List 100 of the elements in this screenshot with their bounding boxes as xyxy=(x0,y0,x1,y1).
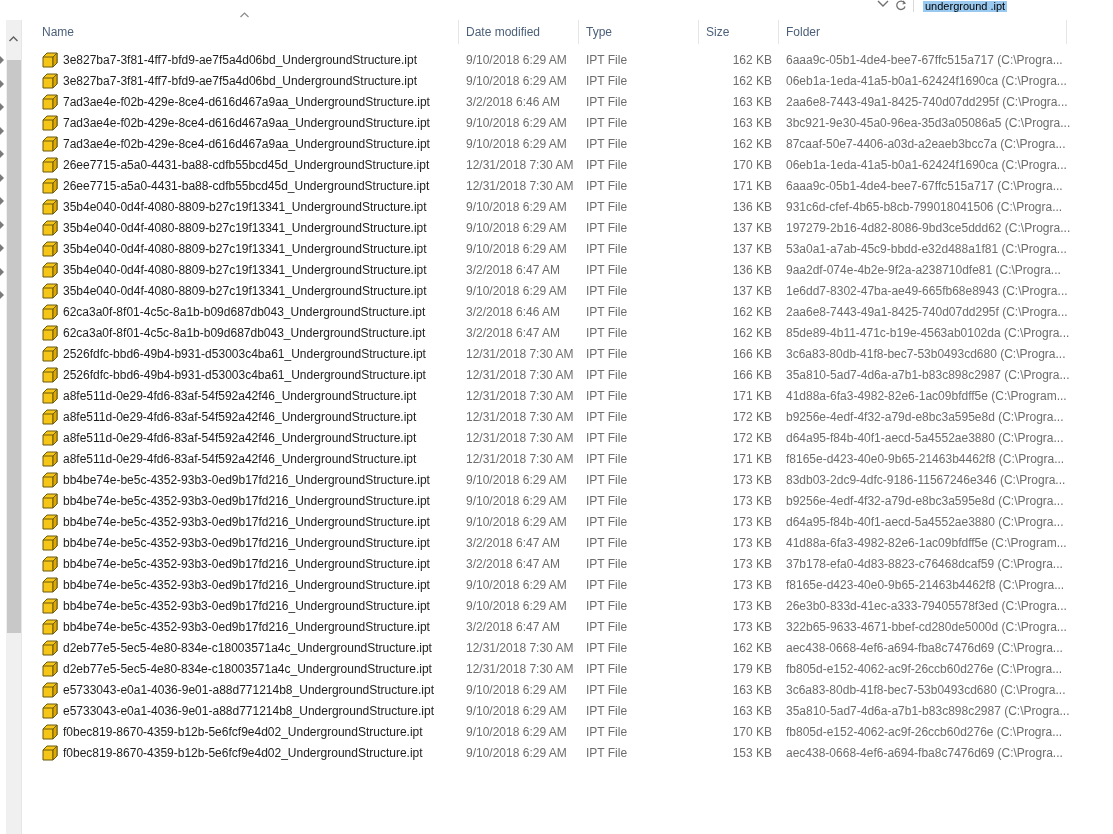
file-type: IPT File xyxy=(585,241,629,256)
file-type: IPT File xyxy=(585,535,629,550)
file-name[interactable]: f0bec819-8670-4359-b12b-5e6fcf9e4d02_UndergroundStructure.ipt xyxy=(63,724,423,739)
file-name[interactable]: 26ee7715-a5a0-4431-ba88-cdfb55bcd45d_UndergroundStructure.ipt xyxy=(63,178,430,193)
file-name[interactable]: bb4be74e-be5c-4352-93b3-0ed9b17fd216_UndergroundStructure.ipt xyxy=(63,577,430,592)
file-name[interactable]: bb4be74e-be5c-4352-93b3-0ed9b17fd216_UndergroundStructure.ipt xyxy=(63,514,430,529)
file-size: 163 KB xyxy=(732,94,773,109)
expand-chevron-icon[interactable] xyxy=(0,197,5,205)
scrollbar-thumb[interactable] xyxy=(6,60,21,633)
file-name[interactable]: a8fe511d-0e29-4fd6-83af-54f592a42f46_UndergroundStructure.ipt xyxy=(63,388,417,403)
expand-chevron-icon[interactable] xyxy=(0,220,5,229)
column-header[interactable]: Size xyxy=(699,20,779,44)
file-name[interactable]: 2526fdfc-bbd6-49b4-b931-d53003c4ba61_UndergroundStructure.ipt xyxy=(63,346,426,361)
file-name[interactable]: a8fe511d-0e29-4fd6-83af-54f592a42f46_UndergroundStructure.ipt xyxy=(63,451,417,466)
file-size: 162 KB xyxy=(732,136,773,151)
file-name[interactable]: 62ca3a0f-8f01-4c5c-8a1b-b09d687db043_UndergroundStructure.ipt xyxy=(63,325,426,340)
file-name[interactable]: 62ca3a0f-8f01-4c5c-8a1b-b09d687db043_UndergroundStructure.ipt xyxy=(63,304,426,319)
part-file-icon xyxy=(42,240,58,257)
file-size: 136 KB xyxy=(732,262,773,277)
expand-chevron-icon[interactable] xyxy=(0,173,5,182)
part-file-icon xyxy=(42,555,58,572)
file-type: IPT File xyxy=(585,346,629,361)
file-name[interactable]: 3e827ba7-3f81-4ff7-bfd9-ae7f5a4d06bd_UndergroundStructure.ipt xyxy=(63,52,418,67)
file-size: 171 KB xyxy=(732,388,773,403)
file-type: IPT File xyxy=(585,577,629,592)
part-file-icon xyxy=(42,156,58,173)
file-name[interactable]: 35b4e040-0d4f-4080-8809-b27c19f13341_UndergroundStructure.ipt xyxy=(63,199,427,214)
chevron-down-icon[interactable] xyxy=(877,0,889,8)
file-name[interactable]: bb4be74e-be5c-4352-93b3-0ed9b17fd216_UndergroundStructure.ipt xyxy=(63,556,430,571)
expand-chevron-icon[interactable] xyxy=(0,291,5,299)
file-name[interactable]: a8fe511d-0e29-4fd6-83af-54f592a42f46_UndergroundStructure.ipt xyxy=(63,409,417,424)
date-modified: 3/2/2018 6:47 AM xyxy=(465,325,562,340)
file-type: IPT File xyxy=(585,409,629,424)
part-file-icon xyxy=(42,639,58,656)
file-name[interactable]: bb4be74e-be5c-4352-93b3-0ed9b17fd216_UndergroundStructure.ipt xyxy=(63,598,430,613)
search-field[interactable]: underground .ipt xyxy=(913,0,1113,12)
file-name[interactable]: 26ee7715-a5a0-4431-ba88-cdfb55bcd45d_UndergroundStructure.ipt xyxy=(63,157,430,172)
part-file-icon xyxy=(42,534,58,551)
file-name[interactable]: 35b4e040-0d4f-4080-8809-b27c19f13341_UndergroundStructure.ipt xyxy=(63,220,427,235)
part-file-icon xyxy=(42,408,58,425)
column-header[interactable]: Folder xyxy=(779,20,1067,44)
file-name[interactable]: 2526fdfc-bbd6-49b4-b931-d53003c4ba61_UndergroundStructure.ipt xyxy=(63,367,426,382)
folder-path: 06eb1a-1eda-41a5-b0a1-62424f1690ca (C:\Progra... xyxy=(785,73,1068,88)
column-header[interactable]: Date modified xyxy=(459,20,579,44)
file-type: IPT File xyxy=(585,493,629,508)
folder-path: 197279-2b16-4d82-8086-9bd3ce5ddd62 (C:\Progra... xyxy=(785,220,1072,235)
expand-chevron-icon[interactable] xyxy=(0,103,5,111)
file-name[interactable]: 7ad3ae4e-f02b-429e-8ce4-d616d467a9aa_UndergroundStructure.ipt xyxy=(63,94,430,109)
column-header[interactable]: Name xyxy=(22,20,459,44)
part-file-icon xyxy=(42,282,58,299)
file-type: IPT File xyxy=(585,178,629,193)
file-name[interactable]: d2eb77e5-5ec5-4e80-834e-c18003571a4c_UndergroundStructure.ipt xyxy=(63,640,432,655)
expand-chevron-icon[interactable] xyxy=(0,56,5,64)
file-size: 137 KB xyxy=(732,283,773,298)
file-size: 173 KB xyxy=(732,535,773,550)
file-type: IPT File xyxy=(585,283,629,298)
expand-chevron-icon[interactable] xyxy=(0,150,5,158)
file-name[interactable]: e5733043-e0a1-4036-9e01-a88d771214b8_UndergroundStructure.ipt xyxy=(63,703,434,718)
part-file-icon xyxy=(42,303,58,320)
file-name[interactable]: 35b4e040-0d4f-4080-8809-b27c19f13341_UndergroundStructure.ipt xyxy=(63,283,427,298)
file-size: 173 KB xyxy=(732,577,773,592)
date-modified: 12/31/2018 7:30 AM xyxy=(465,157,575,172)
file-name[interactable]: e5733043-e0a1-4036-9e01-a88d771214b8_UndergroundStructure.ipt xyxy=(63,682,434,697)
part-file-icon xyxy=(42,744,58,761)
file-name[interactable]: 35b4e040-0d4f-4080-8809-b27c19f13341_UndergroundStructure.ipt xyxy=(63,241,427,256)
refresh-icon[interactable] xyxy=(895,0,907,11)
date-modified: 9/10/2018 6:29 AM xyxy=(465,745,568,760)
file-type: IPT File xyxy=(585,94,629,109)
expand-chevron-icon[interactable] xyxy=(0,244,5,252)
file-name[interactable]: d2eb77e5-5ec5-4e80-834e-c18003571a4c_UndergroundStructure.ipt xyxy=(63,661,432,676)
date-modified: 12/31/2018 7:30 AM xyxy=(465,178,575,193)
file-name[interactable]: 7ad3ae4e-f02b-429e-8ce4-d616d467a9aa_UndergroundStructure.ipt xyxy=(63,115,430,130)
folder-path: 931c6d-cfef-4b65-b8cb-799018041506 (C:\Progra... xyxy=(785,199,1064,214)
date-modified: 12/31/2018 7:30 AM xyxy=(465,388,575,403)
file-name[interactable]: bb4be74e-be5c-4352-93b3-0ed9b17fd216_UndergroundStructure.ipt xyxy=(63,535,430,550)
file-type: IPT File xyxy=(585,661,629,676)
part-file-icon xyxy=(42,471,58,488)
expand-chevron-icon[interactable] xyxy=(0,267,5,276)
folder-path: 41d88a-6fa3-4982-82e6-1ac09bfdff5e (C:\Program... xyxy=(785,535,1068,550)
file-name[interactable]: a8fe511d-0e29-4fd6-83af-54f592a42f46_UndergroundStructure.ipt xyxy=(63,430,417,445)
vertical-scrollbar[interactable] xyxy=(6,20,22,834)
column-header[interactable]: Type xyxy=(579,20,699,44)
part-file-icon xyxy=(42,618,58,635)
file-name[interactable]: bb4be74e-be5c-4352-93b3-0ed9b17fd216_UndergroundStructure.ipt xyxy=(63,472,430,487)
file-name[interactable]: bb4be74e-be5c-4352-93b3-0ed9b17fd216_UndergroundStructure.ipt xyxy=(63,493,430,508)
date-modified: 9/10/2018 6:29 AM xyxy=(465,598,568,613)
file-name[interactable]: 3e827ba7-3f81-4ff7-bfd9-ae7f5a4d06bd_UndergroundStructure.ipt xyxy=(63,73,418,88)
date-modified: 9/10/2018 6:29 AM xyxy=(465,115,568,130)
expand-chevron-icon[interactable] xyxy=(0,79,5,88)
date-modified: 3/2/2018 6:46 AM xyxy=(465,304,562,319)
file-name[interactable]: bb4be74e-be5c-4352-93b3-0ed9b17fd216_UndergroundStructure.ipt xyxy=(63,619,430,634)
file-name[interactable]: f0bec819-8670-4359-b12b-5e6fcf9e4d02_UndergroundStructure.ipt xyxy=(63,745,423,760)
folder-path: 9aa2df-074e-4b2e-9f2a-a238710dfe81 (C:\Progra... xyxy=(785,262,1062,277)
file-name[interactable]: 35b4e040-0d4f-4080-8809-b27c19f13341_UndergroundStructure.ipt xyxy=(63,262,427,277)
scroll-up-icon[interactable] xyxy=(9,36,18,42)
date-modified: 9/10/2018 6:29 AM xyxy=(465,577,568,592)
folder-path: f8165e-d423-40e0-9b65-21463b4462f8 (C:\Progra... xyxy=(785,451,1066,466)
file-name[interactable]: 7ad3ae4e-f02b-429e-8ce4-d616d467a9aa_UndergroundStructure.ipt xyxy=(63,136,430,151)
expand-chevron-icon[interactable] xyxy=(0,126,5,135)
folder-path: 85de89-4b11-471c-b19e-4563ab0102da (C:\Progra... xyxy=(785,325,1071,340)
